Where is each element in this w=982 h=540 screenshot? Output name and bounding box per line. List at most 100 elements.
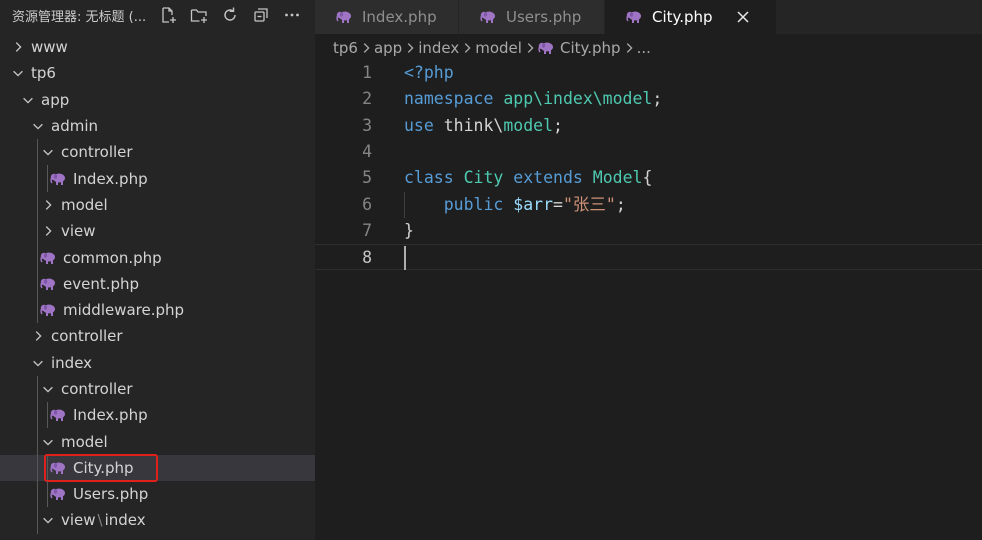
chevron-down-icon[interactable] bbox=[30, 355, 46, 371]
tree-item-www[interactable]: www bbox=[0, 34, 315, 60]
code-token: { bbox=[642, 168, 653, 188]
refresh-icon[interactable] bbox=[214, 2, 245, 28]
tree-item-index-php[interactable]: Index.php bbox=[0, 165, 315, 192]
breadcrumb-item-model[interactable]: model bbox=[475, 39, 522, 57]
indent-guide-line bbox=[37, 139, 38, 166]
php-file-icon bbox=[40, 276, 58, 292]
code-line: 3 use think\model; bbox=[315, 113, 982, 139]
code-token: use bbox=[404, 115, 434, 135]
tree-item-tp6[interactable]: tp6 bbox=[0, 60, 315, 86]
tree-item-label: model bbox=[61, 195, 108, 214]
tree-item-controller[interactable]: controller bbox=[0, 139, 315, 166]
chevron-down-icon[interactable] bbox=[40, 381, 56, 397]
collapse-all-icon[interactable] bbox=[245, 2, 276, 28]
breadcrumb-item-app[interactable]: app bbox=[374, 39, 402, 57]
tree-item-common-php[interactable]: common.php bbox=[0, 244, 315, 271]
code-text: } bbox=[404, 218, 414, 244]
chevron-down-icon[interactable] bbox=[40, 512, 56, 528]
code-text: class City extends Model{ bbox=[404, 165, 652, 191]
close-icon[interactable] bbox=[735, 9, 751, 25]
text-cursor bbox=[404, 246, 406, 270]
php-file-icon bbox=[50, 407, 68, 423]
code-token: City bbox=[463, 168, 504, 188]
tree-item-view-index[interactable]: view \ index bbox=[0, 507, 315, 534]
tree-item-label: view bbox=[61, 222, 96, 241]
explorer-title: 资源管理器: 无标题 (... bbox=[12, 9, 146, 25]
chevron-down-icon[interactable] bbox=[30, 118, 46, 134]
php-file-icon bbox=[626, 9, 644, 25]
code-token: class bbox=[404, 168, 454, 188]
php-file-icon bbox=[538, 40, 556, 56]
breadcrumb: tp6 app index model City.php... bbox=[333, 36, 651, 60]
indent-guide-line bbox=[37, 296, 38, 324]
tree-item-controller[interactable]: controller bbox=[0, 323, 315, 349]
indent-guide-line bbox=[47, 402, 48, 429]
indent-guide-line bbox=[37, 481, 38, 508]
chevron-right-icon[interactable] bbox=[30, 328, 46, 344]
tree-item-label: view bbox=[61, 511, 96, 530]
line-number: 6 bbox=[362, 194, 372, 214]
code-token: extends bbox=[513, 168, 583, 188]
tree-item-label: controller bbox=[61, 143, 133, 162]
tree-item-index[interactable]: index bbox=[0, 350, 315, 376]
tree-item-admin[interactable]: admin bbox=[0, 113, 315, 139]
chevron-right-icon[interactable] bbox=[40, 223, 56, 239]
tree-item-label: controller bbox=[61, 380, 133, 398]
breadcrumb-symbols[interactable]: ... bbox=[637, 39, 651, 57]
code-line: 4 bbox=[315, 139, 982, 165]
php-file-icon bbox=[40, 250, 58, 266]
chevron-right-icon[interactable] bbox=[10, 39, 26, 55]
code-token: app\index\model bbox=[503, 89, 653, 109]
chevron-right-icon bbox=[460, 41, 474, 55]
chevron-down-icon[interactable] bbox=[10, 65, 26, 81]
tab-index-php[interactable]: Index.php bbox=[315, 0, 459, 34]
breadcrumb-item-index[interactable]: index bbox=[418, 39, 459, 57]
code-editor[interactable]: 1 <?php 2 namespace app\index\model; 3 use th… bbox=[315, 60, 982, 540]
tab-city-php[interactable]: City.php bbox=[605, 0, 777, 34]
chevron-right-icon bbox=[622, 41, 636, 55]
indent-guide bbox=[404, 192, 405, 218]
code-token: public bbox=[443, 194, 504, 214]
editor-tab-bar: Index.php Users.php City.php bbox=[315, 0, 982, 34]
tree-item-label-suffix: index bbox=[104, 511, 146, 530]
tree-item-view[interactable]: view bbox=[0, 218, 315, 245]
code-token: "张三" bbox=[562, 194, 616, 214]
tree-item-users-php[interactable]: Users.php bbox=[0, 481, 315, 508]
indent-guide-line bbox=[37, 375, 38, 403]
tree-item-city-php[interactable]: City.php bbox=[0, 453, 315, 482]
indent-guide-line bbox=[47, 481, 48, 508]
tree-item-model[interactable]: model bbox=[0, 191, 315, 219]
new-file-icon[interactable] bbox=[152, 2, 183, 28]
new-folder-icon[interactable] bbox=[183, 2, 214, 28]
chevron-right-icon[interactable] bbox=[40, 197, 56, 213]
code-token: think\ bbox=[433, 115, 504, 135]
tree-item-middleware-php[interactable]: middleware.php bbox=[0, 296, 315, 324]
tree-item-model[interactable]: model bbox=[0, 428, 315, 455]
tab-users-php[interactable]: Users.php bbox=[459, 0, 605, 34]
tree-item-label: index bbox=[51, 353, 93, 372]
code-text: use think\model; bbox=[404, 113, 563, 139]
tree-item-index-php[interactable]: Index.php bbox=[0, 402, 315, 429]
code-line: 7} bbox=[315, 218, 982, 244]
tree-item-label: controller bbox=[51, 327, 123, 346]
more-icon[interactable] bbox=[276, 2, 307, 28]
breadcrumb-file[interactable]: City.php bbox=[560, 39, 621, 57]
code-token: ; bbox=[553, 115, 563, 135]
tab-label: City.php bbox=[652, 8, 713, 26]
chevron-down-icon[interactable] bbox=[20, 92, 36, 108]
tab-label: Users.php bbox=[506, 8, 582, 26]
chevron-down-icon[interactable] bbox=[40, 434, 56, 450]
tree-item-app[interactable]: app bbox=[0, 87, 315, 113]
tree-item-controller[interactable]: controller bbox=[0, 375, 315, 403]
tree-item-label: middleware.php bbox=[63, 301, 185, 320]
tree-item-label: Users.php bbox=[73, 485, 149, 504]
code-line: 2 namespace app\index\model; bbox=[315, 86, 982, 112]
breadcrumb-item-tp6[interactable]: tp6 bbox=[333, 39, 358, 57]
chevron-down-icon[interactable] bbox=[40, 144, 56, 160]
selection-highlight-box bbox=[44, 453, 158, 482]
indent-guide-line bbox=[37, 270, 38, 297]
tree-item-event-php[interactable]: event.php bbox=[0, 270, 315, 297]
